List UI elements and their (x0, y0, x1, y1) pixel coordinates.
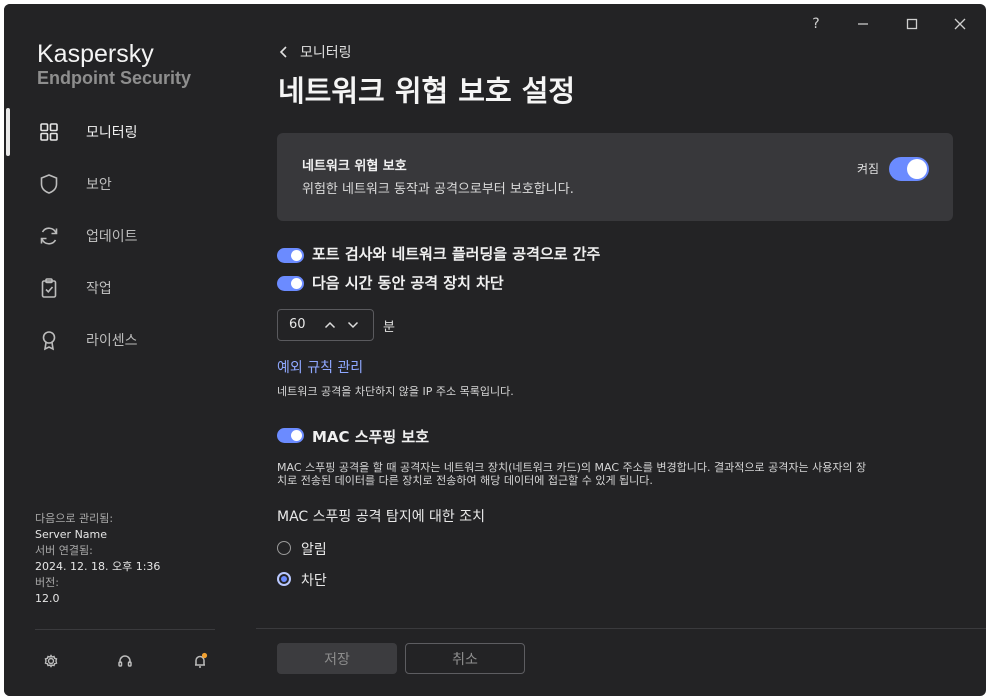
cancel-button[interactable]: 취소 (405, 643, 525, 674)
toggle-knob (291, 278, 302, 289)
sidebar-item-label: 라이센스 (86, 333, 138, 349)
radio-block-label[interactable]: 차단 (301, 570, 327, 590)
server-connection-value: 2024. 12. 18. 오후 1:36 (35, 560, 161, 573)
close-icon[interactable] (945, 12, 975, 36)
help-glyph: ? (812, 16, 820, 32)
settings-icon[interactable] (39, 649, 63, 673)
port-scan-label: 포트 검사와 네트워크 플러딩을 공격으로 간주 (312, 245, 601, 263)
radio-block[interactable] (277, 572, 291, 586)
duration-unit: 분 (383, 320, 395, 335)
card-description: 위험한 네트워크 동작과 공격으로부터 보호합니다. (302, 182, 574, 197)
sidebar-item-security[interactable]: 보안 (4, 162, 250, 206)
sidebar-item-label: 모니터링 (86, 125, 138, 141)
back-link-label: 모니터링 (300, 45, 352, 61)
sidebar: Kaspersky Endpoint Security 모니터링 보안 업데이트… (4, 4, 250, 696)
sidebar-item-label: 업데이트 (86, 229, 138, 245)
help-icon[interactable]: ? (801, 12, 831, 36)
chevron-up-icon[interactable] (322, 317, 338, 333)
port-scan-toggle[interactable] (277, 248, 304, 263)
management-info: 다음으로 관리됨: Server Name 서버 연결됨: 2024. 12. … (35, 511, 160, 607)
managed-by-label: 다음으로 관리됨: (35, 512, 114, 525)
sidebar-item-monitoring[interactable]: 모니터링 (4, 110, 250, 154)
block-device-toggle[interactable] (277, 276, 304, 291)
stepper-value: 60 (289, 317, 306, 332)
block-device-label: 다음 시간 동안 공격 장치 차단 (312, 274, 504, 292)
shield-icon (37, 172, 61, 196)
toggle-state-label: 켜짐 (857, 162, 880, 176)
sidebar-item-license[interactable]: 라이센스 (4, 318, 250, 362)
toggle-knob (291, 250, 302, 261)
minimize-icon[interactable] (848, 12, 878, 36)
exclusions-description: 네트워크 공격을 차단하지 않을 IP 주소 목록입니다. (277, 385, 514, 398)
mac-description-line1: MAC 스푸핑 공격을 할 때 공격자는 네트워크 장치(네트워크 카드)의 M… (277, 461, 867, 474)
version-label: 버전: (35, 576, 59, 589)
version-value: 12.0 (35, 592, 60, 605)
protection-card: 네트워크 위협 보호 위험한 네트워크 동작과 공격으로부터 보호합니다. 켜짐 (277, 133, 953, 221)
sidebar-item-tasks[interactable]: 작업 (4, 266, 250, 310)
radio-notify-label[interactable]: 알림 (301, 539, 327, 559)
product-name: Endpoint Security (37, 68, 192, 88)
radio-notify[interactable] (277, 541, 291, 555)
toggle-knob (907, 159, 927, 179)
grid-icon (37, 120, 61, 144)
chevron-left-icon (279, 46, 287, 58)
notifications-bell-icon[interactable] (188, 649, 212, 673)
server-connection-label: 서버 연결됨: (35, 544, 93, 557)
refresh-icon (37, 224, 61, 248)
sidebar-item-update[interactable]: 업데이트 (4, 214, 250, 258)
save-button[interactable]: 저장 (277, 643, 397, 674)
toggle-knob (291, 430, 302, 441)
sidebar-item-label: 작업 (86, 281, 112, 297)
page-title: 네트워크 위협 보호 설정 (278, 74, 576, 108)
award-icon (37, 328, 61, 352)
block-duration-stepper[interactable]: 60 (277, 309, 374, 341)
footer-divider (256, 628, 986, 629)
card-title: 네트워크 위협 보호 (302, 159, 407, 174)
mac-spoofing-toggle[interactable] (277, 428, 304, 443)
exclusions-link[interactable]: 예외 규칙 관리 (277, 357, 363, 377)
mac-spoofing-label: MAC 스푸핑 보호 (312, 428, 429, 446)
sidebar-item-label: 보안 (86, 177, 112, 193)
mac-description-line2: 치로 전송된 데이터를 다른 장치로 전송하여 해당 데이터에 접근할 수 있게… (277, 474, 653, 487)
back-link[interactable]: 모니터링 (276, 42, 352, 62)
clipboard-check-icon (37, 276, 61, 300)
app-window: ? Kaspersky Endpoint Security 모니터링 보안 업데… (4, 4, 986, 696)
protection-toggle[interactable] (889, 157, 929, 181)
maximize-icon[interactable] (897, 12, 927, 36)
chevron-down-icon[interactable] (345, 317, 361, 333)
support-headset-icon[interactable] (113, 649, 137, 673)
mac-action-heading: MAC 스푸핑 공격 탐지에 대한 조치 (277, 509, 485, 525)
managed-by-value: Server Name (35, 528, 108, 541)
sidebar-divider (35, 629, 215, 630)
brand-name: Kaspersky (37, 40, 154, 68)
